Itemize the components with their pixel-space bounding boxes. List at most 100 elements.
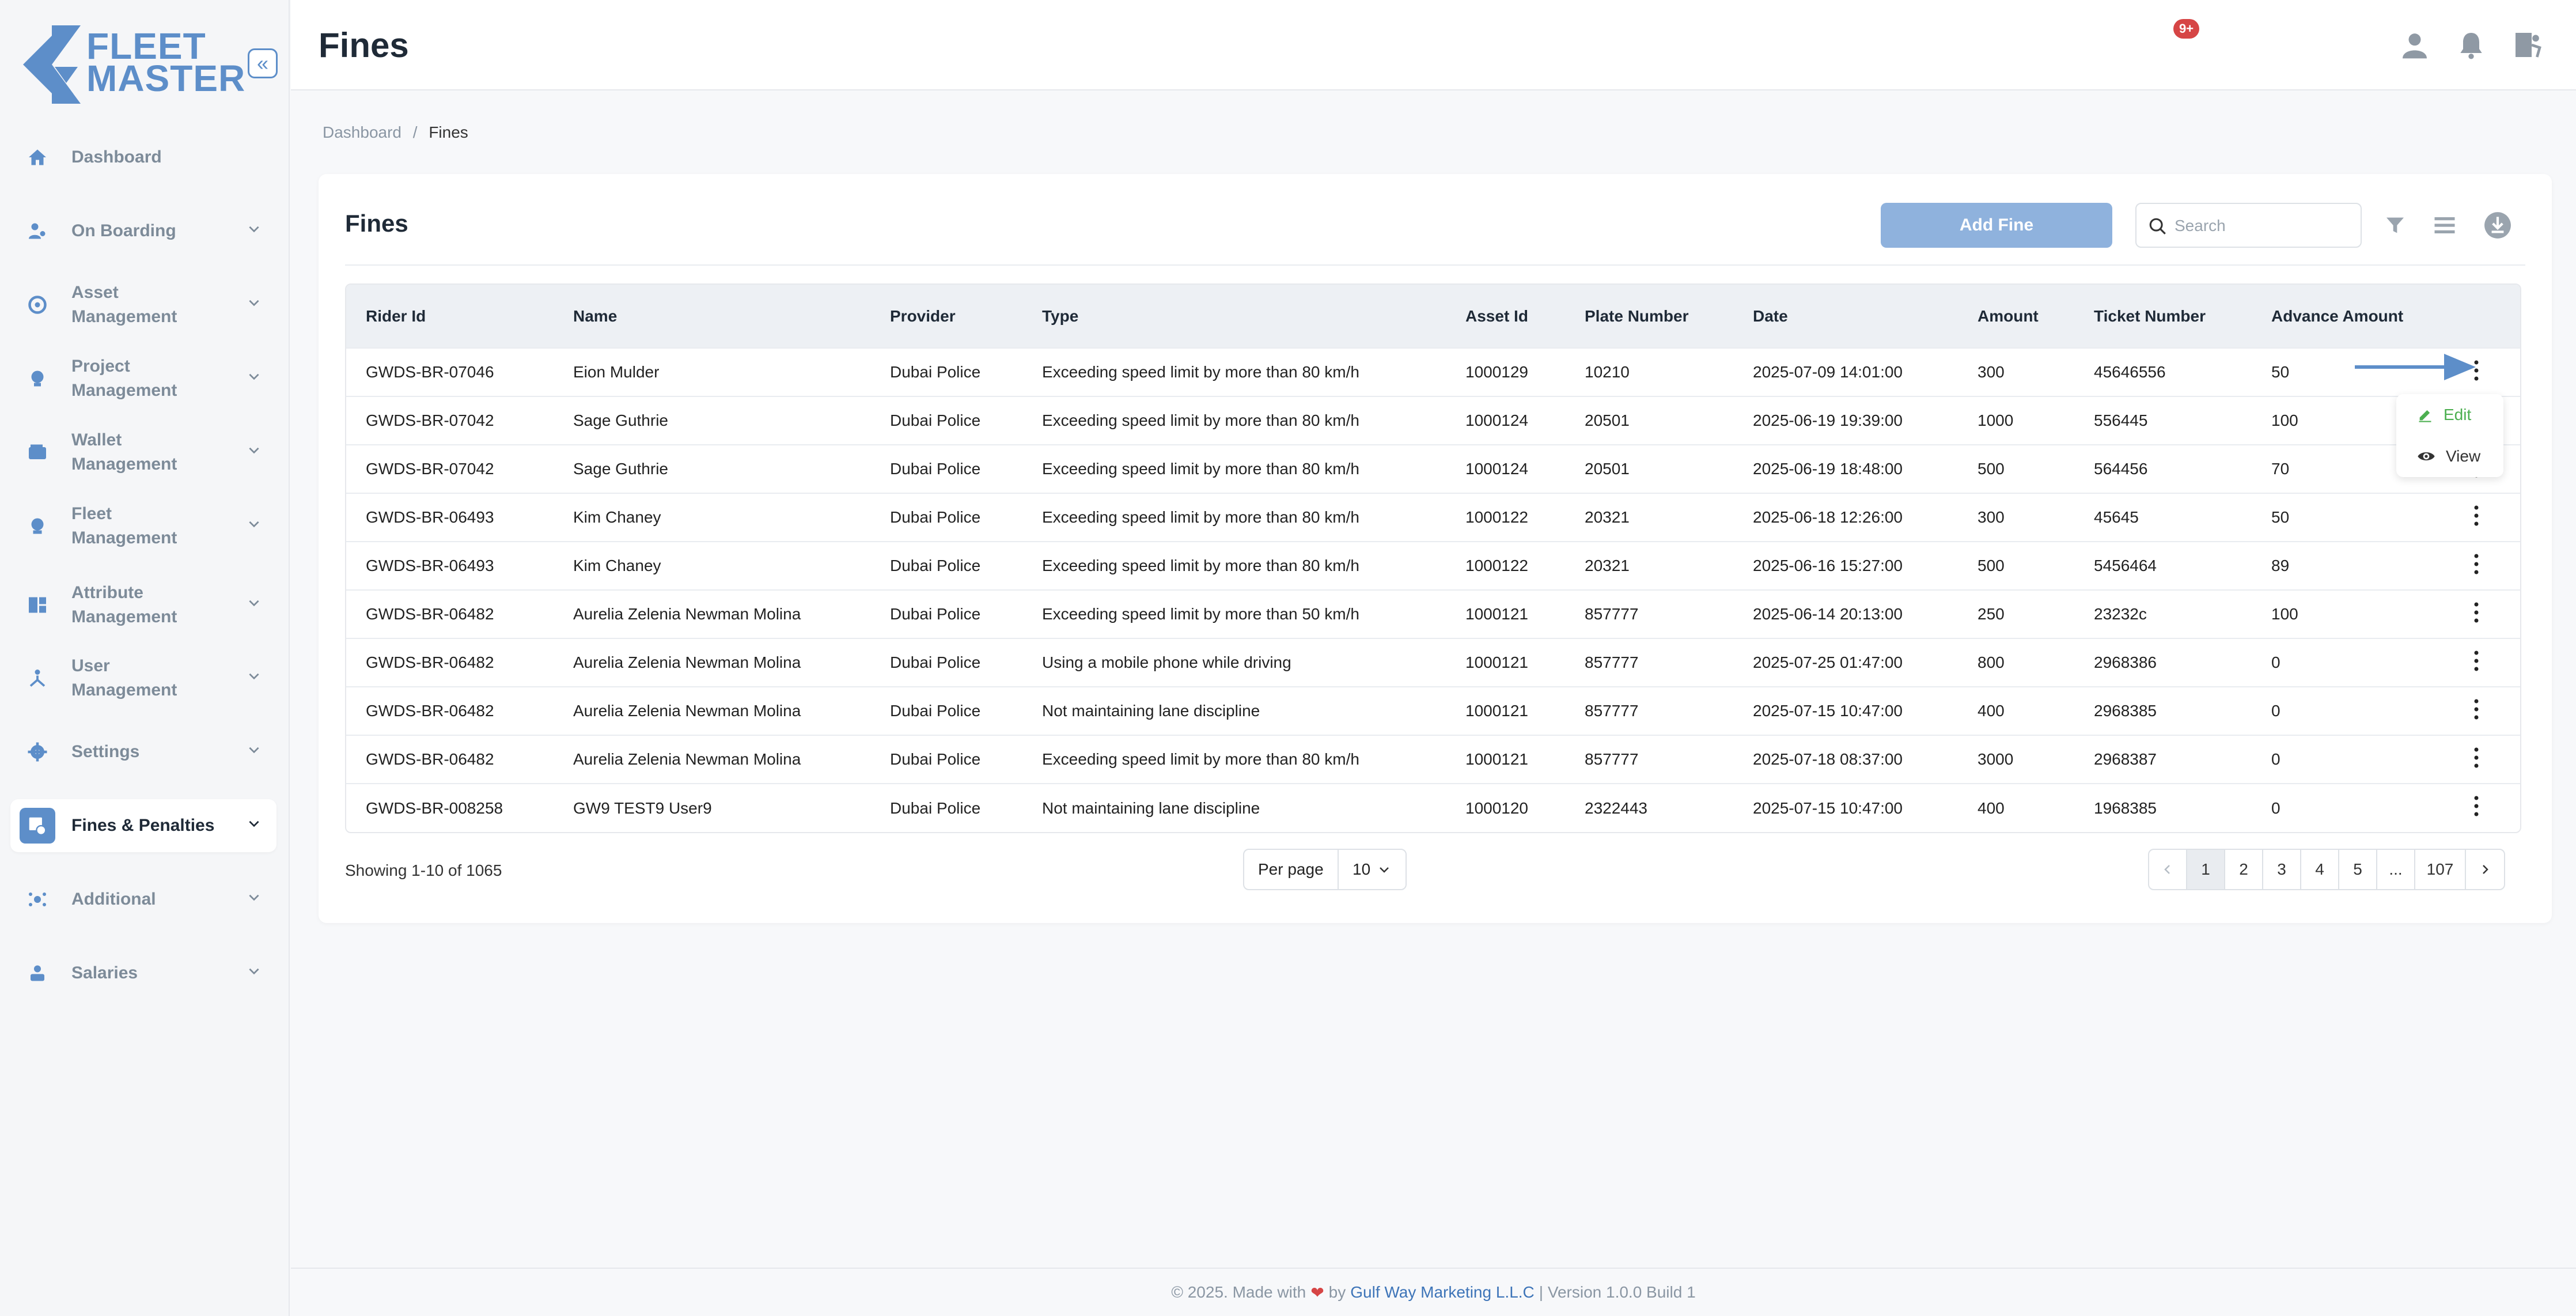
logout-icon[interactable]: [2511, 29, 2544, 61]
kebab-menu-icon[interactable]: [2473, 504, 2480, 531]
table-cell: 1000124: [1465, 411, 1529, 429]
table-cell: Dubai Police: [890, 557, 981, 574]
add-fine-button[interactable]: Add Fine: [1881, 203, 2112, 248]
sidebar-item-fleet-management[interactable]: Fleet Management: [10, 500, 276, 553]
table-cell: GWDS-BR-008258: [366, 799, 503, 817]
table-row[interactable]: GWDS-BR-06482 Aurelia Zelenia Newman Moli…: [346, 590, 2520, 638]
per-page-value[interactable]: 10: [1339, 860, 1391, 879]
sidebar-item-on-boarding[interactable]: On Boarding: [10, 205, 276, 258]
sidebar-collapse-button[interactable]: «: [248, 48, 278, 78]
table-row[interactable]: GWDS-BR-07046 Eion Mulder Dubai Police Exce…: [346, 348, 2520, 396]
table-cell: Not maintaining lane discipline: [1042, 799, 1260, 817]
prev-page-button[interactable]: [2149, 850, 2187, 889]
table-cell: 1000129: [1465, 363, 1529, 381]
logo-text: FLEET MASTER: [86, 25, 246, 99]
columns-list-icon[interactable]: [2429, 210, 2460, 241]
table-cell: GWDS-BR-06482: [366, 750, 494, 768]
sidebar-item-settings[interactable]: Settings: [10, 725, 276, 778]
page-3-button[interactable]: 3: [2263, 850, 2301, 889]
sidebar-item-label: Fleet Management: [71, 504, 177, 547]
sidebar-item-user-management[interactable]: User Management: [10, 652, 276, 705]
table-cell: Kim Chaney: [573, 508, 661, 526]
sidebar-item-wallet-management[interactable]: Wallet Management: [10, 426, 276, 479]
filter-icon[interactable]: [2380, 210, 2411, 241]
row-actions-cell: [2430, 638, 2520, 687]
download-icon[interactable]: [2482, 210, 2513, 241]
column-header: Type: [1042, 307, 1079, 325]
table-cell: 2025-06-19 19:39:00: [1753, 411, 1903, 429]
table-row[interactable]: GWDS-BR-06493 Kim Chaney Dubai Police Excee…: [346, 542, 2520, 590]
page-4-button[interactable]: 4: [2301, 850, 2339, 889]
sidebar-item-attribute-management[interactable]: Attribute Management: [10, 573, 276, 637]
table-cell: GWDS-BR-07042: [366, 411, 494, 429]
row-actions-cell: [2430, 542, 2520, 590]
sidebar-item-label: Attribute Management: [71, 583, 177, 626]
kebab-menu-icon[interactable]: [2473, 795, 2480, 822]
page-1-button[interactable]: 1: [2187, 850, 2225, 889]
user-profile-icon[interactable]: [2399, 29, 2431, 61]
table-cell: 20321: [1585, 508, 1630, 526]
sidebar-item-additional[interactable]: Additional: [10, 873, 276, 926]
table-cell: 0: [2271, 702, 2280, 720]
sidebar-item-salaries[interactable]: Salaries: [10, 947, 276, 1000]
next-page-button[interactable]: [2466, 850, 2504, 889]
fines-icon: [20, 808, 55, 844]
notification-bell-icon[interactable]: [2455, 29, 2487, 61]
footer-prefix: © 2025. Made with: [1171, 1283, 1306, 1301]
kebab-menu-icon[interactable]: [2473, 746, 2480, 773]
table-cell: 50: [2271, 508, 2290, 526]
actions-column-header: [2430, 285, 2520, 348]
sidebar-item-dashboard[interactable]: Dashboard: [10, 131, 276, 184]
table-cell: Exceeding speed limit by more than 80 km…: [1042, 557, 1359, 574]
per-page-select[interactable]: Per page 10: [1243, 849, 1407, 890]
table-cell: 89: [2271, 557, 2290, 574]
view-menu-item[interactable]: View: [2417, 447, 2480, 466]
table-cell: Dubai Police: [890, 799, 981, 817]
kebab-menu-icon[interactable]: [2473, 553, 2480, 580]
kebab-menu-icon[interactable]: [2473, 698, 2480, 725]
table-row[interactable]: GWDS-BR-07042 Sage Guthrie Dubai Police Exc…: [346, 445, 2520, 493]
table-row[interactable]: GWDS-BR-06493 Kim Chaney Dubai Police Excee…: [346, 493, 2520, 542]
table-cell: 2025-07-15 10:47:00: [1753, 799, 1903, 817]
chevron-down-icon: [247, 516, 262, 536]
table-row[interactable]: GWDS-BR-06482 Aurelia Zelenia Newman Moli…: [346, 638, 2520, 687]
table-cell: Dubai Police: [890, 653, 981, 671]
kebab-menu-icon[interactable]: [2473, 649, 2480, 676]
double-chevron-left-icon: «: [256, 51, 269, 75]
search-input[interactable]: [2175, 210, 2347, 242]
breadcrumb-dashboard-link[interactable]: Dashboard: [323, 123, 401, 141]
page-2-button[interactable]: 2: [2225, 850, 2263, 889]
table-cell: 2968386: [2094, 653, 2157, 671]
breadcrumb-separator: /: [412, 123, 418, 141]
sidebar-item-label: Asset Management: [71, 283, 177, 326]
table-cell: Exceeding speed limit by more than 80 km…: [1042, 411, 1359, 429]
table-cell: Aurelia Zelenia Newman Molina: [573, 653, 801, 671]
table-cell: 2025-07-18 08:37:00: [1753, 750, 1903, 768]
sidebar-item-label: Salaries: [71, 963, 138, 982]
table-cell: 556445: [2094, 411, 2148, 429]
table-cell: 2025-07-15 10:47:00: [1753, 702, 1903, 720]
kebab-menu-icon[interactable]: [2473, 601, 2480, 628]
table-row[interactable]: GWDS-BR-06482 Aurelia Zelenia Newman Moli…: [346, 735, 2520, 784]
table-row[interactable]: GWDS-BR-07042 Sage Guthrie Dubai Police Exc…: [346, 396, 2520, 445]
table-cell: Not maintaining lane discipline: [1042, 702, 1260, 720]
sidebar-item-project-management[interactable]: Project Management: [10, 352, 276, 405]
table-row[interactable]: GWDS-BR-008258 GW9 TEST9 User9 Dubai Polic…: [346, 784, 2520, 832]
company-link[interactable]: Gulf Way Marketing L.L.C: [1350, 1283, 1535, 1302]
edit-menu-item[interactable]: Edit: [2417, 406, 2471, 424]
table-cell: GWDS-BR-07046: [366, 363, 494, 381]
page-107-button[interactable]: 107: [2415, 850, 2466, 889]
page-5-button[interactable]: 5: [2339, 850, 2377, 889]
salaries-icon: [24, 960, 51, 986]
row-actions-cell: [2430, 590, 2520, 638]
table-cell: 1968385: [2094, 799, 2157, 817]
table-cell: 2025-06-19 18:48:00: [1753, 460, 1903, 478]
showing-count: Showing 1-10 of 1065: [345, 861, 502, 879]
sidebar-item-fines-penalties[interactable]: Fines & Penalties: [10, 799, 276, 852]
search-box[interactable]: [2135, 203, 2362, 248]
table-cell: 45645: [2094, 508, 2139, 526]
sidebar-item-asset-management[interactable]: Asset Management: [10, 278, 276, 331]
row-actions-cell: [2430, 735, 2520, 784]
fleet-master-logo[interactable]: FLEET MASTER: [23, 25, 246, 106]
table-row[interactable]: GWDS-BR-06482 Aurelia Zelenia Newman Moli…: [346, 687, 2520, 735]
